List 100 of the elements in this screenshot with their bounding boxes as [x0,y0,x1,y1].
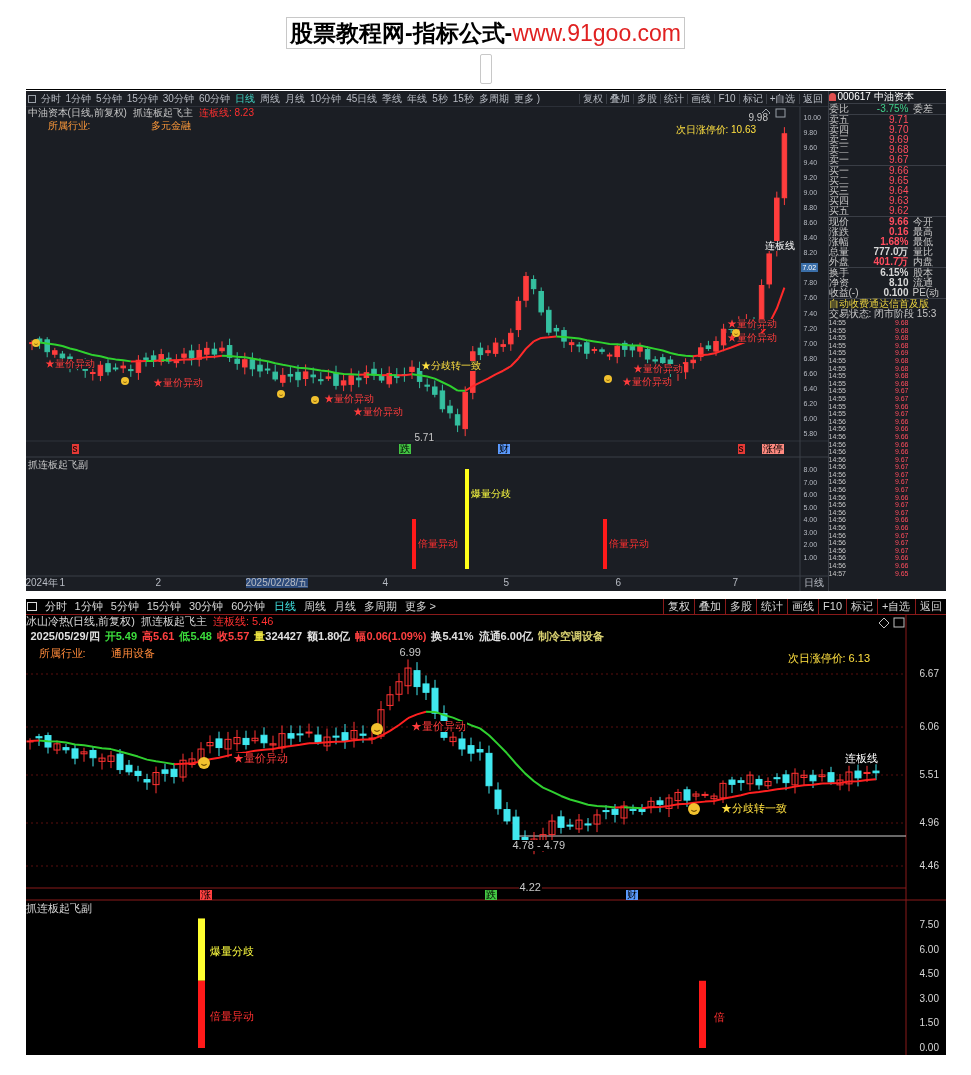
order-price: 9.70 [888,125,909,135]
chart-annotation: ★量价异动 [620,377,673,387]
order-price: 9.63 [888,196,909,206]
period-tab[interactable]: 5分钟 [110,601,139,612]
period-tab[interactable]: 月线 [285,93,305,104]
indicator-name[interactable]: 抓连板起飞主 [132,108,193,118]
chart-marker: s [737,444,745,454]
period-tab[interactable]: 45日线 [346,93,378,104]
quote-value: 5.49 [115,631,138,642]
quote-value: 1.80亿 [318,631,351,642]
date-axis-label: 5 [503,578,510,588]
period-tab[interactable]: 周线 [303,601,326,612]
quote-value: 6.00亿 [500,631,533,642]
industry-value: 通用设备 [110,648,155,659]
order-price: 9.71 [888,115,909,125]
period-tab[interactable]: 1分钟 [74,601,103,612]
toolbar-button[interactable]: 叠加 [606,93,634,104]
period-tab[interactable]: 多周期 [363,601,397,612]
quote-label: 流通 [478,631,501,642]
period-tab[interactable]: 30分钟 [162,93,194,104]
toolbar-button[interactable]: 返回 [798,93,826,104]
chart-annotation: ★量价异动 [351,407,404,417]
quote-label: 总量 [828,247,850,257]
order-price: 9.68 [888,145,909,155]
order-level-label: 买五 [828,206,850,216]
date-axis-label: 2025/02/28/五 [245,578,309,588]
date-axis-label: 7 [732,578,739,588]
order-price: 9.69 [888,135,909,145]
period-tab[interactable]: 更多 > [404,601,436,612]
toolbar-button[interactable]: 画线 [687,93,715,104]
period-tab[interactable]: 日线 [235,93,255,104]
indicator-axis-label: 1.50 [919,1018,939,1029]
toolbar-button[interactable]: F10 [818,599,847,614]
chart-annotation: ★量价异动 [151,378,204,388]
quote-label: 量比 [912,247,933,257]
period-tab[interactable]: 日线 [273,601,296,612]
quote-value: 0.06(1.09%) [366,631,427,642]
toolbar-button[interactable]: 多股 [725,599,757,614]
date-axis-label: 6 [615,578,622,588]
quote-value: 5.57 [227,631,250,642]
industry-label: 所属行业: [38,648,86,659]
quote-label: 涨跌 [828,227,850,237]
quote-label: 净资 [828,278,850,288]
quote-value: 324427 [265,631,303,642]
indicator-name[interactable]: 抓连板起飞主 [140,616,207,627]
indicator-name[interactable]: 抓连板起飞副 [27,460,88,470]
period-tab[interactable]: 5分钟 [96,93,122,104]
chart-annotation: 9.98 [747,113,769,123]
order-price: 9.67 [888,155,909,165]
period-tab[interactable]: 分时 [40,93,61,104]
toolbar-button[interactable]: +自选 [877,599,915,614]
order-price: 9.65 [888,176,909,186]
period-tab[interactable]: 15分钟 [146,601,181,612]
quote-label: 涨幅 [828,237,850,247]
period-tab[interactable]: 分时 [44,601,67,612]
period-tab[interactable]: 15分钟 [126,93,158,104]
order-level-label: 卖一 [828,155,850,165]
quote-label: 收益(-) [828,288,859,298]
chart-annotation: ★量价异动 [322,394,375,404]
price-axis-label: 5.51 [919,770,939,780]
price-axis-label: 4.46 [919,861,939,871]
toolbar-button[interactable]: 标记 [738,93,766,104]
indicator-name[interactable]: 抓连板起飞副 [25,903,92,914]
chart-title: 中油资本(日线,前复权) [27,108,127,118]
quote-label: PE(动 [912,288,940,298]
period-tab[interactable]: 更多 ) [513,93,541,104]
period-tab[interactable]: 60分钟 [198,93,230,104]
period-tab[interactable]: 周线 [260,93,280,104]
period-tab[interactable]: 季线 [382,93,403,104]
quote-label: 额 [307,631,319,642]
period-tab[interactable]: 1分钟 [65,93,92,104]
toolbar-button[interactable]: 统计 [756,599,788,614]
period-tab[interactable]: 15秒 [452,93,474,104]
quote-label: 外盘 [828,257,850,267]
toolbar-button[interactable]: 标记 [846,599,878,614]
chart-annotation: 4.78 - 4.79 [511,840,567,851]
chart-marker: 财 [625,890,638,900]
period-tab[interactable]: 月线 [333,601,356,612]
toolbar-button[interactable]: F10 [714,93,739,104]
toolbar-button[interactable]: 复权 [579,93,607,104]
chart-marker: 涨 [199,890,212,900]
period-tab[interactable]: 10分钟 [310,93,342,104]
period-tab[interactable]: 多周期 [478,93,509,104]
period-tab[interactable]: 年线 [407,93,428,104]
toolbar-button[interactable]: 统计 [660,93,688,104]
period-tab[interactable]: 60分钟 [231,601,266,612]
toolbar-button[interactable]: 复权 [663,599,695,614]
toolbar-button[interactable]: 返回 [914,599,946,614]
quote-label: 幅 [355,631,367,642]
toolbar-button[interactable]: 画线 [787,599,819,614]
chart-marker: 财 [497,444,510,454]
period-tab[interactable]: 5秒 [432,93,448,104]
limit-price: 次日涨停价: 6.13 [787,653,871,664]
order-level-label: 卖五 [828,115,850,125]
toolbar-button[interactable]: +自选 [765,93,799,104]
period-tab[interactable]: 30分钟 [189,601,224,612]
toolbar-button[interactable]: 多股 [633,93,661,104]
toolbar-button[interactable]: 叠加 [694,599,726,614]
quote-label: 流通 [912,278,933,288]
date-axis-label: 1 [59,578,66,588]
